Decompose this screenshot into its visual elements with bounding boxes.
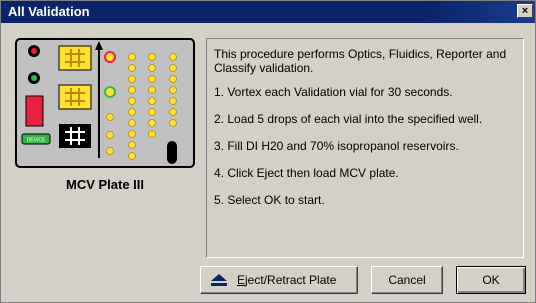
yellow-well-1: [58, 45, 92, 71]
svg-text:DEVICE: DEVICE: [27, 138, 46, 144]
instruction-step: 1. Vortex each Validation vial for 30 se…: [214, 85, 453, 99]
title-bar[interactable]: All Validation ×: [1, 1, 535, 23]
plate-label: MCV Plate III: [65, 177, 145, 192]
eject-button-label: Eject/Retract Plate: [237, 273, 337, 287]
cancel-button[interactable]: Cancel: [371, 266, 443, 294]
ok-button[interactable]: OK: [456, 266, 526, 294]
dialog-window: All Validation × DEVICE MCV Plate III Th…: [0, 0, 536, 303]
yellow-well-2: [58, 84, 92, 110]
instructions-panel: This procedure performs Optics, Fluidics…: [206, 38, 524, 258]
eject-icon: [211, 274, 227, 286]
instructions-intro: This procedure performs Optics, Fluidics…: [214, 47, 507, 75]
black-tube: [167, 141, 177, 164]
instruction-step: 2. Load 5 drops of each vial into the sp…: [214, 112, 483, 126]
mcv-plate-image: DEVICE: [15, 38, 195, 168]
close-button[interactable]: ×: [517, 4, 533, 18]
instruction-step: 3. Fill DI H20 and 70% isopropanol reser…: [214, 139, 459, 153]
instruction-step: 5. Select OK to start.: [214, 193, 325, 207]
instruction-step: 4. Click Eject then load MCV plate.: [214, 166, 399, 180]
black-well: [59, 124, 91, 148]
window-title: All Validation: [8, 4, 90, 19]
red-block: [25, 95, 44, 127]
eject-retract-plate-button[interactable]: Eject/Retract Plate: [200, 266, 358, 294]
